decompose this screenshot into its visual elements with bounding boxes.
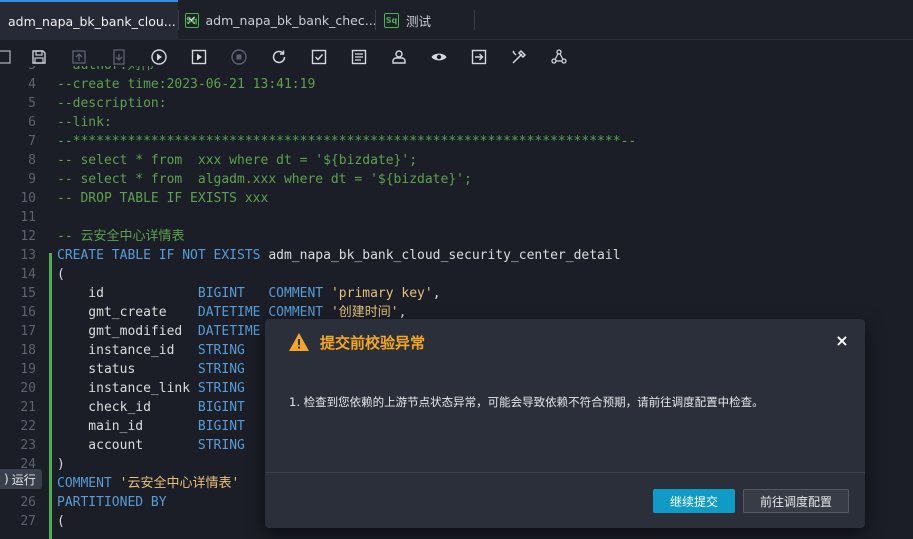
format-icon[interactable]: [349, 47, 369, 67]
stop-icon[interactable]: [229, 47, 249, 67]
code-text: --create time:2023-06-21 13:41:19: [57, 77, 316, 92]
refresh-icon[interactable]: [269, 47, 289, 67]
validation-dialog: 提交前校验异常 × 1. 检查到您依赖的上游节点状态异常，可能会导致依赖不符合预…: [265, 319, 865, 528]
tab-label: adm_napa_bk_bank_clou...: [8, 13, 176, 29]
export-icon[interactable]: [469, 47, 489, 67]
code-text: --author:刘伟: [57, 66, 153, 75]
line-number: 12: [20, 229, 36, 244]
line-number: 22: [20, 419, 36, 434]
line-number: 16: [20, 305, 36, 320]
code-text: --link:: [57, 115, 112, 130]
code-text: CREATE TABLE IF NOT EXISTS adm_napa_bk_b…: [57, 248, 621, 263]
download-icon[interactable]: [109, 47, 129, 67]
sq-icon: Sq: [185, 12, 199, 28]
line-number: 9: [28, 172, 36, 187]
tab-divider: [474, 10, 475, 30]
code-text: account STRING: [57, 438, 245, 453]
code-text: gmt_modified DATETIME: [57, 324, 261, 339]
line-number: 23: [20, 438, 36, 453]
line-number: 15: [20, 286, 36, 301]
line-number: 21: [20, 400, 36, 415]
code-line: 4 --create time:2023-06-21 13:41:19: [0, 75, 913, 94]
code-text: --description:: [57, 96, 167, 111]
preview-icon[interactable]: [429, 47, 449, 67]
code-text: COMMENT '云安全中心详情表': [57, 476, 240, 491]
code-text: --**************************************…: [57, 134, 637, 149]
code-text: instance_id STRING: [57, 343, 245, 358]
code-line: 14 (: [0, 265, 913, 284]
line-number: 20: [20, 381, 36, 396]
run-icon[interactable]: [149, 47, 169, 67]
code-text: -- select * from algadm.xxx where dt = '…: [57, 172, 472, 187]
code-text: check_id BIGINT: [57, 400, 245, 415]
code-text: (: [57, 267, 65, 282]
line-number: 6: [28, 115, 36, 130]
code-line: 6 --link:: [0, 113, 913, 132]
code-text: -- DROP TABLE IF EXISTS xxx: [57, 191, 269, 206]
line-number: 7: [28, 134, 36, 149]
code-line: 10 -- DROP TABLE IF EXISTS xxx: [0, 189, 913, 208]
line-number: 10: [20, 191, 36, 206]
run-param-icon[interactable]: [189, 47, 209, 67]
code-text: (: [57, 514, 65, 529]
tab-adm-napa-bk-bank-check[interactable]: Sq adm_napa_bk_bank_chec...: [185, 0, 377, 40]
dialog-title: 提交前校验异常: [320, 334, 426, 352]
sq-icon: Sq: [384, 12, 399, 28]
line-number: 17: [20, 324, 36, 339]
menu-icon[interactable]: [0, 47, 14, 67]
tab-test[interactable]: Sq 测试: [384, 0, 474, 40]
tab-label: 测试: [406, 13, 432, 29]
code-text: main_id BIGINT: [57, 419, 245, 434]
code-line: 5 --description:: [0, 94, 913, 113]
code-line: 3 --author:刘伟: [0, 66, 913, 75]
code-text: -- select * from xxx where dt = '${bizda…: [57, 153, 418, 168]
run-label: 运行: [11, 472, 36, 487]
code-line: 7 --*************************************…: [0, 132, 913, 151]
code-line: 13 CREATE TABLE IF NOT EXISTS adm_napa_bk…: [0, 246, 913, 265]
line-number: 5: [28, 96, 36, 111]
code-text: id BIGINT COMMENT 'primary key',: [57, 286, 441, 301]
line-number: 13: [20, 248, 36, 263]
line-number: 14: [20, 267, 36, 282]
continue-submit-button[interactable]: 继续提交: [653, 489, 735, 513]
code-line: 15 id BIGINT COMMENT 'primary key',: [0, 284, 913, 303]
code-line: 11: [0, 208, 913, 227]
goto-schedule-config-button[interactable]: 前往调度配置: [743, 489, 849, 513]
tab-bar: adm_napa_bk_bank_clou... ✕ Sq adm_napa_b…: [0, 0, 913, 40]
run-dot-icon: ): [4, 472, 9, 486]
save-icon[interactable]: [29, 47, 49, 67]
line-number: 26: [20, 495, 36, 510]
code-text: instance_link STRING: [57, 381, 245, 396]
line-number: 19: [20, 362, 36, 377]
line-number: 8: [28, 153, 36, 168]
line-number: 27: [20, 514, 36, 529]
code-text: -- 云安全中心详情表: [57, 229, 185, 244]
tool-icon[interactable]: [509, 47, 529, 67]
code-text: PARTITIONED BY: [57, 495, 167, 510]
lineage-icon[interactable]: [549, 47, 569, 67]
check-icon[interactable]: [309, 47, 329, 67]
upload-icon[interactable]: [69, 47, 89, 67]
code-text: ): [57, 457, 65, 472]
close-icon[interactable]: ×: [833, 331, 851, 350]
tab-label: adm_napa_bk_bank_chec...: [205, 12, 377, 28]
line-number: 3: [0, 66, 36, 75]
code-line: 12 -- 云安全中心详情表: [0, 227, 913, 246]
warning-icon: [289, 333, 309, 351]
line-number: 11: [20, 210, 36, 225]
code-line: 9 -- select * from algadm.xxx where dt = …: [0, 170, 913, 189]
tab-divider: [178, 10, 179, 30]
line-number: 18: [20, 343, 36, 358]
code-line: 8 -- select * from xxx where dt = '${bizd…: [0, 151, 913, 170]
tab-adm-napa-bk-bank-cloud[interactable]: adm_napa_bk_bank_clou... ✕: [0, 0, 197, 40]
user-icon[interactable]: [389, 47, 409, 67]
run-badge[interactable]: ) 运行: [0, 469, 42, 489]
code-text: status STRING: [57, 362, 245, 377]
dialog-message: 1. 检查到您依赖的上游节点状态异常，可能会导致依赖不符合预期，请前往调度配置中…: [289, 395, 764, 409]
tab-divider: [375, 10, 376, 30]
dialog-divider: [265, 472, 865, 473]
line-number: 4: [28, 77, 36, 92]
